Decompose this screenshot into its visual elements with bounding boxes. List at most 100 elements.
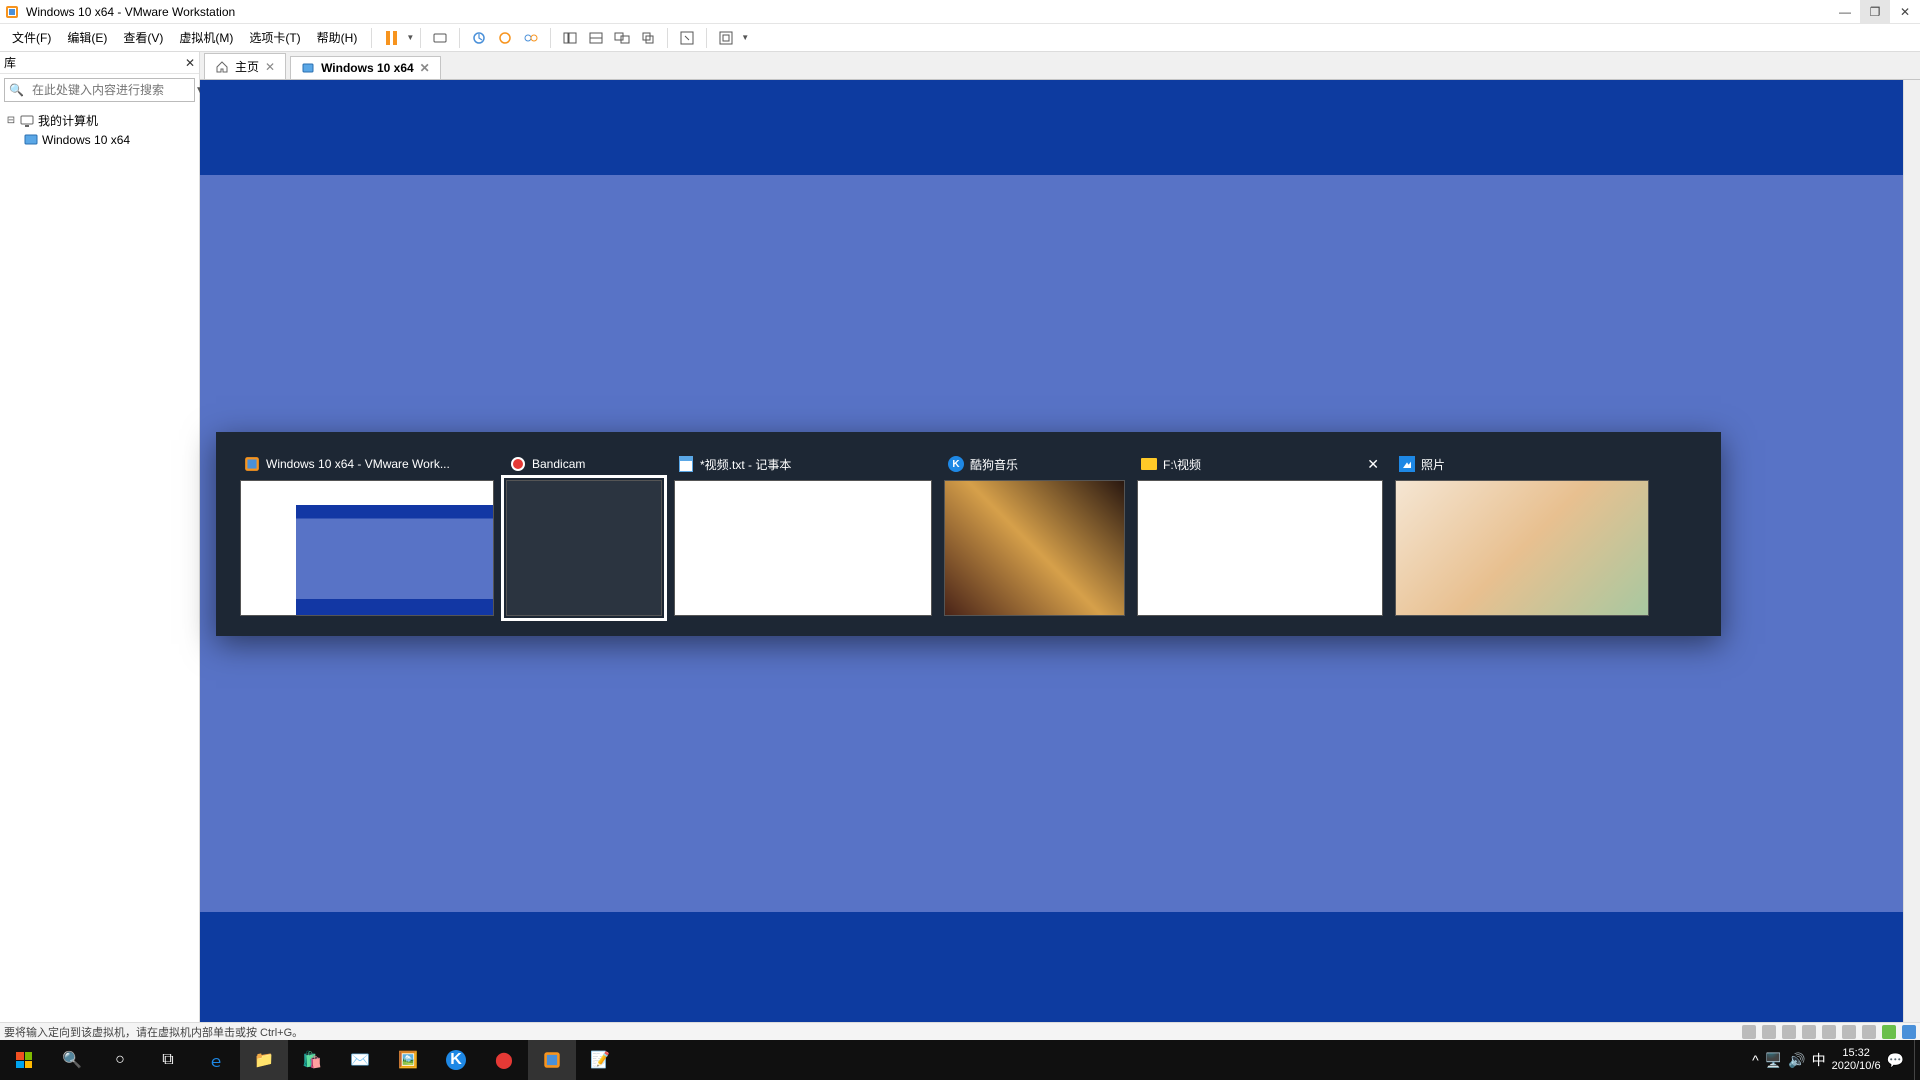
alt-tab-item[interactable]: Bandicam (504, 450, 664, 618)
printer-indicator-icon[interactable] (1862, 1025, 1876, 1039)
taskbar-bandicam[interactable]: ⬤ (480, 1040, 528, 1080)
hdd-indicator-icon[interactable] (1742, 1025, 1756, 1039)
tray-chevron-icon[interactable]: ^ (1752, 1052, 1759, 1068)
search-icon: 🔍 (5, 83, 28, 97)
alt-tab-title: 照片 (1421, 456, 1645, 473)
volume-icon[interactable]: 🔊 (1788, 1052, 1805, 1069)
alt-tab-item[interactable]: 照片 (1393, 450, 1651, 618)
show-desktop-button[interactable] (1914, 1040, 1920, 1080)
vm-icon (24, 133, 38, 147)
sidebar-header: 库 ✕ (0, 52, 199, 74)
vm-device-indicators (1742, 1025, 1916, 1039)
sidebar-close-button[interactable]: ✕ (185, 56, 195, 70)
pause-button[interactable] (380, 27, 402, 49)
taskbar-kugou[interactable]: K (432, 1040, 480, 1080)
store-icon: 🛍️ (301, 1049, 323, 1071)
alt-tab-item[interactable]: K 酷狗音乐 (942, 450, 1127, 618)
menu-view[interactable]: 查看(V) (115, 25, 171, 50)
send-ctrl-alt-del-button[interactable] (429, 27, 451, 49)
menu-vm[interactable]: 虚拟机(M) (171, 25, 241, 50)
home-icon (215, 60, 229, 74)
alt-tab-item[interactable]: *视频.txt - 记事本 (672, 450, 934, 618)
tree-collapse-icon[interactable]: ⊟ (6, 115, 16, 126)
taskbar-mail[interactable]: ✉️ (336, 1040, 384, 1080)
tree-item-vm[interactable]: Windows 10 x64 (6, 131, 193, 149)
taskbar-photos[interactable]: 🖼️ (384, 1040, 432, 1080)
folder-icon: 📁 (253, 1049, 275, 1071)
close-button[interactable]: ✕ (1890, 0, 1920, 24)
alt-tab-title: 酷狗音乐 (970, 456, 1121, 473)
unity-button[interactable] (637, 27, 659, 49)
maximize-button[interactable]: ❐ (1860, 0, 1890, 24)
search-button[interactable]: 🔍 (48, 1040, 96, 1080)
ime-indicator[interactable]: 中 (1812, 1050, 1826, 1070)
power-dropdown-icon[interactable]: ▼ (406, 33, 414, 42)
app-icon (510, 456, 526, 472)
taskbar-explorer[interactable]: 📁 (240, 1040, 288, 1080)
tab-close-icon[interactable]: ✕ (265, 60, 275, 74)
tab-close-icon[interactable]: ✕ (420, 61, 430, 75)
clock[interactable]: 15:32 2020/10/6 (1832, 1047, 1881, 1073)
thumbnail-view-button[interactable] (585, 27, 607, 49)
statusbar: 要将输入定向到该虚拟机，请在虚拟机内部单击或按 Ctrl+G。 (0, 1022, 1920, 1040)
search-input[interactable] (28, 79, 191, 101)
alt-tab-item[interactable]: Windows 10 x64 - VMware Work... (238, 450, 496, 618)
tree-root[interactable]: ⊟ 我的计算机 (6, 110, 193, 131)
usb-indicator-icon[interactable] (1822, 1025, 1836, 1039)
menu-tabs[interactable]: 选项卡(T) (241, 25, 308, 50)
alt-tab-title: Windows 10 x64 - VMware Work... (266, 457, 490, 471)
stretch-dropdown-icon[interactable]: ▼ (741, 33, 749, 42)
tab-home[interactable]: 主页 ✕ (204, 53, 286, 79)
cd-indicator-icon[interactable] (1762, 1025, 1776, 1039)
display-indicator-icon[interactable] (1902, 1025, 1916, 1039)
sidebar-search[interactable]: 🔍 ▼ (4, 78, 195, 102)
alt-tab-switcher[interactable]: Windows 10 x64 - VMware Work... Bandicam*… (216, 432, 1721, 636)
start-button[interactable] (0, 1040, 48, 1080)
alt-tab-item[interactable]: F:\视频✕ (1135, 450, 1385, 618)
cortana-button[interactable]: ○ (96, 1040, 144, 1080)
vm-tab-icon (301, 61, 315, 75)
stretch-button[interactable] (715, 27, 737, 49)
snapshot-button[interactable] (468, 27, 490, 49)
snapshot-revert-button[interactable] (494, 27, 516, 49)
snapshot-manager-button[interactable] (520, 27, 542, 49)
app-icon (678, 456, 694, 472)
kugou-icon: K (446, 1050, 466, 1070)
tab-home-label: 主页 (235, 58, 259, 75)
tree-root-label: 我的计算机 (38, 112, 98, 129)
menu-file[interactable]: 文件(F) (4, 25, 59, 50)
floppy-indicator-icon[interactable] (1782, 1025, 1796, 1039)
windows-icon (16, 1052, 32, 1068)
task-view-button[interactable]: ⧉ (144, 1040, 192, 1080)
notifications-icon[interactable]: 💬 (1887, 1052, 1904, 1069)
tab-vm[interactable]: Windows 10 x64 ✕ (290, 56, 441, 79)
task-view-icon: ⧉ (157, 1049, 179, 1071)
fullscreen-button[interactable] (676, 27, 698, 49)
search-icon: 🔍 (61, 1049, 83, 1071)
multi-monitor-button[interactable] (611, 27, 633, 49)
vmware-icon (541, 1049, 563, 1071)
network-indicator-icon[interactable] (1802, 1025, 1816, 1039)
sound-indicator-icon[interactable] (1842, 1025, 1856, 1039)
alt-tab-thumbnail (674, 480, 932, 616)
network-icon[interactable]: 🖥️ (1765, 1052, 1782, 1069)
menu-help[interactable]: 帮助(H) (309, 25, 366, 50)
minimize-button[interactable]: — (1830, 0, 1860, 24)
sidebar: 库 ✕ 🔍 ▼ ⊟ 我的计算机 Windows 10 x64 (0, 52, 200, 1022)
scrollbar[interactable] (1903, 80, 1920, 1022)
tabstrip: 主页 ✕ Windows 10 x64 ✕ (200, 52, 1920, 80)
alt-tab-close-icon[interactable]: ✕ (1367, 456, 1379, 473)
taskbar-vmware[interactable] (528, 1040, 576, 1080)
photos-icon: 🖼️ (397, 1049, 419, 1071)
menubar: 文件(F) 编辑(E) 查看(V) 虚拟机(M) 选项卡(T) 帮助(H) ▼ … (0, 24, 1920, 52)
window-controls: — ❐ ✕ (1830, 0, 1920, 24)
alt-tab-header: Windows 10 x64 - VMware Work... (238, 450, 496, 478)
alt-tab-thumbnail (506, 480, 662, 616)
vmtools-indicator-icon[interactable] (1882, 1025, 1896, 1039)
taskbar-notepad[interactable]: 📝 (576, 1040, 624, 1080)
app-icon: K (948, 456, 964, 472)
taskbar-edge[interactable]: ｅ (192, 1040, 240, 1080)
taskbar-store[interactable]: 🛍️ (288, 1040, 336, 1080)
menu-edit[interactable]: 编辑(E) (59, 25, 115, 50)
show-library-button[interactable] (559, 27, 581, 49)
